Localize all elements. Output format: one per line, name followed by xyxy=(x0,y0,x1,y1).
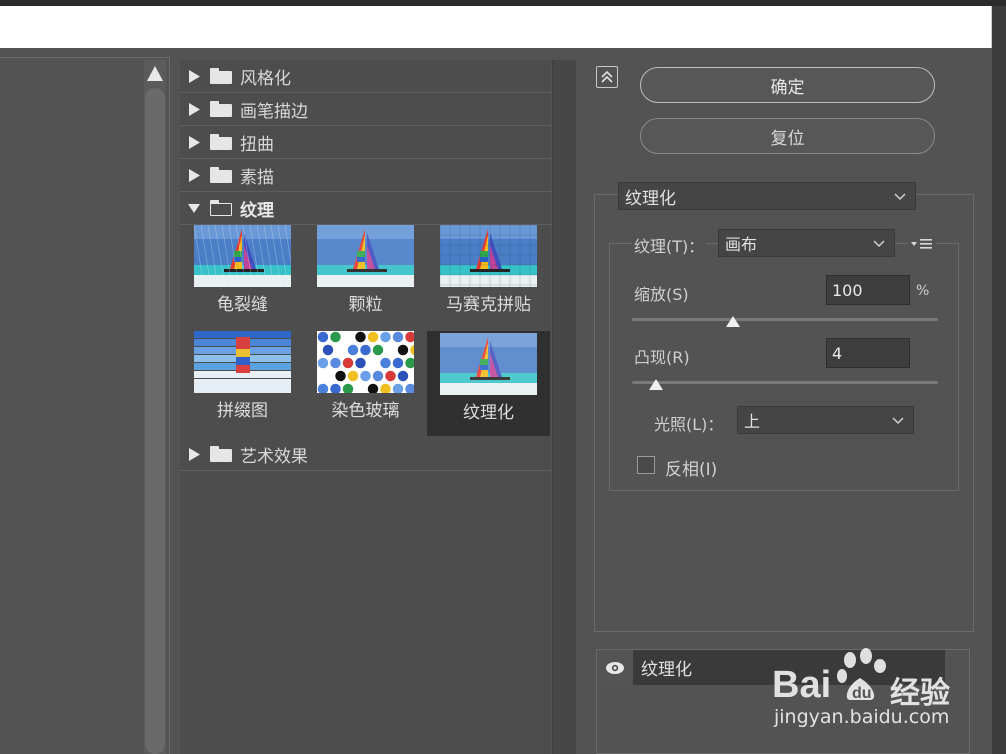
scaling-input[interactable]: 100 xyxy=(826,275,910,305)
filter-group-item[interactable]: 画笔描边 xyxy=(180,93,551,126)
filter-group-item[interactable]: 素描 xyxy=(180,159,551,192)
texture-select[interactable]: 画布 xyxy=(718,229,895,257)
collapse-panel-button[interactable] xyxy=(596,66,618,88)
filter-group-label: 画笔描边 xyxy=(240,101,308,122)
filter-group-label: 艺术效果 xyxy=(240,446,308,467)
triangle-right-icon xyxy=(188,69,200,83)
preview-scrollbar-thumb[interactable] xyxy=(145,88,165,754)
filter-gallery-scrollbar[interactable] xyxy=(552,60,576,754)
scaling-slider[interactable] xyxy=(632,318,938,321)
texture-value: 画布 xyxy=(725,235,758,254)
filter-group-item[interactable]: 艺术效果 xyxy=(180,438,551,471)
relief-input[interactable]: 4 xyxy=(826,338,910,368)
svg-text:du: du xyxy=(852,685,872,702)
filter-group-label: 扭曲 xyxy=(240,134,274,155)
reset-button-label: 复位 xyxy=(770,128,805,149)
watermark-url: jingyan.baidu.com xyxy=(774,706,950,728)
scaling-slider-handle[interactable] xyxy=(725,313,740,327)
light-select[interactable]: 上 xyxy=(737,406,914,434)
filter-preview-image xyxy=(194,331,291,393)
chevron-down-icon xyxy=(894,193,906,201)
filter-group-item[interactable]: 风格化 xyxy=(180,60,551,93)
filter-thumbnail[interactable]: 纹理化 xyxy=(427,331,550,436)
filter-thumbnail-label: 马赛克拼贴 xyxy=(446,295,531,315)
folder-icon xyxy=(210,68,232,84)
filter-thumbnail[interactable]: 拼缀图 xyxy=(181,331,304,436)
filter-thumbnail[interactable]: 龟裂缝 xyxy=(181,225,304,330)
effect-layer-label: 纹理化 xyxy=(641,660,692,680)
eye-icon[interactable] xyxy=(597,650,633,685)
scaling-label: 缩放(S) xyxy=(634,285,689,304)
filter-thumbnail-label: 颗粒 xyxy=(348,295,383,315)
dialog-title-bar xyxy=(0,6,992,48)
light-value: 上 xyxy=(744,412,761,431)
filter-preview-image xyxy=(194,225,291,287)
filter-group-label: 素描 xyxy=(240,167,274,188)
filter-thumbnail-label: 纹理化 xyxy=(463,403,514,423)
texture-menu-icon[interactable] xyxy=(908,236,936,252)
relief-slider-handle[interactable] xyxy=(649,376,664,390)
filter-thumbnail[interactable]: 马赛克拼贴 xyxy=(427,225,550,330)
filter-thumbnail-label: 龟裂缝 xyxy=(217,295,268,315)
baidu-jingyan-watermark: Bai du 经验 jingyan.baidu.com xyxy=(772,646,972,730)
filter-group-texture[interactable]: 纹理 xyxy=(180,192,551,225)
chevron-down-icon xyxy=(873,240,885,248)
triangle-down-icon xyxy=(188,202,200,214)
invert-checkbox[interactable] xyxy=(637,456,655,474)
watermark-brand: Bai xyxy=(772,664,832,706)
ok-button[interactable]: 确定 xyxy=(640,67,935,103)
folder-icon xyxy=(210,446,232,462)
filter-group-label: 风格化 xyxy=(240,68,291,89)
folder-icon xyxy=(210,101,232,117)
scroll-up-arrow-icon[interactable] xyxy=(146,64,164,82)
light-label: 光照(L)： xyxy=(654,415,724,434)
invert-label: 反相(I) xyxy=(665,460,718,480)
folder-icon xyxy=(210,134,232,150)
filter-group-label: 纹理 xyxy=(240,200,274,221)
filter-preview-image xyxy=(440,333,537,395)
chevron-down-icon xyxy=(892,417,904,425)
relief-label: 凸现(R) xyxy=(634,348,690,367)
double-chevron-up-icon xyxy=(601,70,613,83)
window-right-edge xyxy=(992,6,1006,754)
reset-button[interactable]: 复位 xyxy=(640,118,935,154)
folder-icon xyxy=(210,167,232,183)
filter-preview-image xyxy=(317,331,414,393)
filter-type-value: 纹理化 xyxy=(625,188,676,209)
filter-preview-image xyxy=(317,225,414,287)
filter-thumbnail[interactable]: 染色玻璃 xyxy=(304,331,427,436)
relief-value: 4 xyxy=(832,343,843,363)
scaling-unit: % xyxy=(916,283,930,299)
ok-button-label: 确定 xyxy=(770,77,805,98)
filter-group-item[interactable]: 扭曲 xyxy=(180,126,551,159)
filter-type-select[interactable]: 纹理化 xyxy=(618,182,916,210)
triangle-right-icon xyxy=(188,135,200,149)
paw-logo-icon: du xyxy=(837,648,886,702)
triangle-right-icon xyxy=(188,168,200,182)
triangle-right-icon xyxy=(188,447,200,461)
folder-open-icon xyxy=(210,200,232,216)
scaling-value: 100 xyxy=(832,280,863,300)
filter-preview-image xyxy=(440,225,537,287)
filter-thumbnail[interactable]: 颗粒 xyxy=(304,225,427,330)
triangle-right-icon xyxy=(188,102,200,116)
relief-slider[interactable] xyxy=(632,381,938,384)
texture-label: 纹理(T)： xyxy=(632,233,707,257)
filter-thumbnail-label: 染色玻璃 xyxy=(331,401,400,421)
filter-thumbnail-label: 拼缀图 xyxy=(217,401,268,421)
